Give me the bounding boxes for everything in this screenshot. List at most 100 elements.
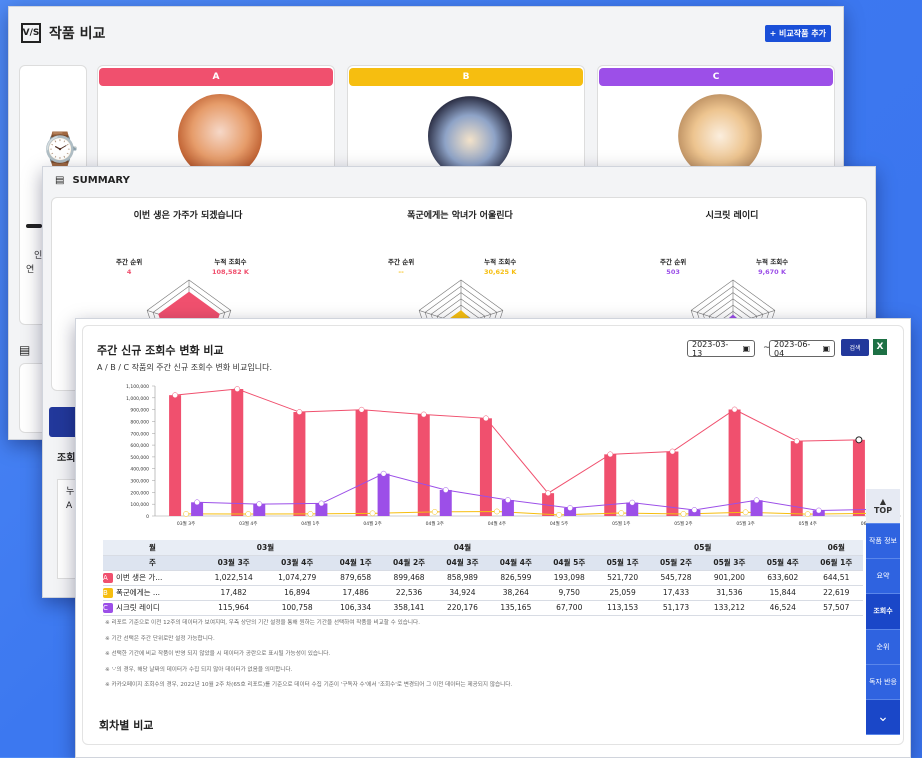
month-header: 04월	[328, 540, 596, 556]
value-cell: 135,165	[489, 600, 543, 616]
work-card-a[interactable]: A	[97, 65, 335, 175]
bar-a	[666, 451, 679, 516]
work-name: 시크릿 레이디	[116, 603, 160, 612]
total-views: 누적 조회수 108,582 K	[212, 258, 249, 276]
watch-icon: ⌚	[40, 130, 80, 168]
week-label: 04월 5주	[542, 555, 596, 571]
value-cell: 22,536	[382, 585, 436, 601]
nav-item-3[interactable]: 조회수	[866, 594, 900, 630]
calendar-icon: ▣	[742, 344, 750, 353]
note-item: ※ 카카오페이지 조회수의 경우, 2022년 10월 2주 차(65호 리포트…	[105, 682, 513, 688]
value-cell: 25,059	[595, 585, 650, 601]
rank-value: 503	[666, 268, 680, 276]
y-tick-label: 300,000	[130, 479, 149, 485]
value-cell: 34,924	[435, 585, 490, 601]
nav-label: TOP	[873, 506, 893, 516]
value-cell: 16,894	[265, 585, 329, 601]
date-to-value: 2023-06-04	[774, 339, 811, 358]
data-point	[183, 511, 189, 517]
y-tick-label: 200,000	[130, 490, 149, 496]
data-point	[607, 451, 614, 458]
nav-item-0[interactable]: ▲ TOP	[866, 489, 900, 525]
work-badge: C	[103, 603, 113, 613]
x-tick-label: 05월 3주	[736, 520, 754, 527]
calendar-icon: ▣	[822, 344, 830, 353]
nav-item-5[interactable]: 독자 반응	[866, 664, 900, 700]
value-cell: 51,173	[649, 600, 703, 616]
x-tick-label: 04월 2주	[363, 520, 381, 527]
month-header: 월	[103, 540, 202, 556]
data-point	[618, 510, 625, 516]
value-cell: 644,51	[809, 570, 863, 586]
work-name-cell: B 폭군에게는 ...	[103, 585, 202, 601]
work-badge: B	[103, 588, 113, 598]
scroll-down-button[interactable]: ⌄	[866, 699, 900, 735]
y-tick-label: 1,000,000	[126, 396, 149, 402]
work-name-cell: C 시크릿 레이디	[103, 600, 202, 616]
y-tick-label: 800,000	[130, 419, 149, 425]
x-tick-label: 03월 3주	[177, 520, 195, 527]
work-thumbnail	[178, 94, 262, 174]
date-to-input[interactable]: 2023-06-04 ▣	[769, 339, 835, 358]
work-name: 폭군에게는 ...	[116, 588, 161, 597]
x-tick-label: 04월 5주	[550, 520, 568, 527]
nav-item-2[interactable]: 요약	[866, 559, 900, 595]
value-cell: 17,486	[328, 585, 383, 601]
week-label: 04월 1주	[328, 555, 383, 571]
work-title: 폭군에게는 악녀가 어울린다	[407, 211, 513, 221]
work-card-c[interactable]: C	[597, 65, 835, 175]
value-cell: 220,176	[435, 600, 490, 616]
card-header: C	[599, 68, 833, 86]
date-from-input[interactable]: 2023-03-13 ▣	[687, 340, 755, 358]
work-title: 시크릿 레이디	[705, 211, 759, 221]
value-cell: 826,599	[489, 570, 543, 586]
series-line-a	[175, 388, 859, 494]
page-title: 작품 비교	[49, 26, 106, 42]
data-point	[804, 511, 811, 517]
value-cell: 100,758	[265, 600, 329, 616]
weekly-rank: 주간 순위 503	[660, 258, 687, 276]
week-label: 04월 3주	[435, 555, 490, 571]
add-work-button[interactable]: + 비교작품 추가	[764, 24, 831, 42]
chevron-up-icon: ▲	[879, 497, 887, 507]
bar-a	[355, 409, 368, 516]
data-point	[172, 392, 178, 399]
value-cell: 113,153	[595, 600, 650, 616]
value-cell: 633,602	[756, 570, 810, 586]
bar-a	[479, 418, 492, 516]
data-point	[669, 448, 676, 455]
value-cell: 17,433	[649, 585, 703, 601]
section-title: 주간 신규 조회수 변화 비교	[97, 344, 224, 357]
data-point	[194, 499, 200, 506]
nav-item-1[interactable]: 작품 정보	[866, 524, 900, 560]
data-point	[307, 511, 314, 517]
nav-item-4[interactable]: 순위	[866, 629, 900, 665]
value-cell: 31,536	[702, 585, 757, 601]
data-point	[815, 507, 822, 514]
work-thumbnail	[678, 94, 762, 174]
value-cell: 38,264	[489, 585, 543, 601]
note-item: ※ 리포트 기준으로 이전 12주의 데이터가 보여지며, 우측 상단의 기간 …	[105, 620, 420, 626]
value-cell: 879,658	[328, 570, 383, 586]
y-tick-label: 900,000	[130, 408, 149, 414]
y-tick-label: 600,000	[130, 443, 149, 449]
search-button[interactable]: 검색	[841, 339, 869, 356]
week-label: 04월 4주	[489, 555, 543, 571]
work-card-b[interactable]: B	[347, 65, 585, 175]
data-point	[483, 415, 489, 422]
month-header: 03월	[201, 540, 329, 556]
excel-download-icon[interactable]: X	[873, 339, 887, 355]
document-icon: ▤	[19, 343, 31, 357]
week-label: 05월 3주	[702, 555, 757, 571]
bar-a	[293, 412, 306, 516]
data-point	[234, 386, 241, 392]
total-views: 누적 조회수 30,625 K	[484, 258, 517, 276]
weekly-views-chart: 0 100,000 200,000 300,000 400,000 500,000 600,…	[126, 384, 901, 527]
data-point	[296, 409, 303, 415]
series-line-b	[186, 510, 870, 516]
bar-a	[790, 441, 803, 516]
data-point	[567, 505, 573, 511]
table-row: C 시크릿 레이디 115,964 100,758 106,334 358,141 220,…	[103, 600, 863, 616]
y-tick-label: 100,000	[130, 502, 149, 508]
card-header: A	[99, 68, 333, 86]
